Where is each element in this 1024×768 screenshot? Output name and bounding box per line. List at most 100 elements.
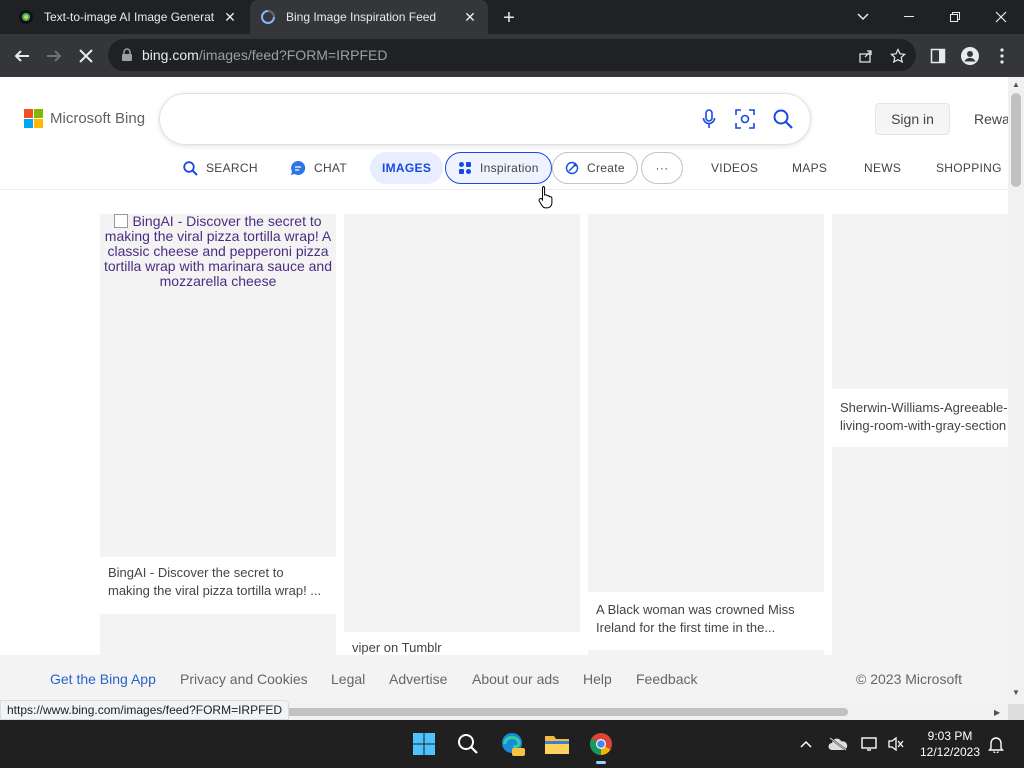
microphone-icon[interactable]: [697, 107, 721, 131]
scroll-down-arrow-icon[interactable]: ▼: [1012, 689, 1020, 697]
back-arrow-icon: [14, 50, 29, 62]
edge-beta-app[interactable]: [497, 728, 529, 760]
scrollbar-corner: [1008, 704, 1024, 720]
feed-card-placeholder[interactable]: [832, 447, 1008, 662]
card-caption[interactable]: A Black woman was crowned Miss Ireland f…: [596, 601, 795, 637]
card-caption-area: Sherwin-Williams-Agreeable- living-room-…: [832, 389, 1008, 447]
back-button[interactable]: [8, 42, 36, 70]
forward-button[interactable]: [40, 42, 68, 70]
card-caption[interactable]: viper on Tumblr: [352, 640, 442, 655]
search-icon[interactable]: [771, 107, 795, 131]
tab-search-chevron-icon[interactable]: [840, 0, 886, 34]
stop-x-icon: [79, 49, 93, 63]
scope-label: CHAT: [314, 161, 347, 175]
forward-arrow-icon: [47, 50, 62, 62]
side-panel-button[interactable]: [924, 42, 952, 70]
onedrive-offline-icon[interactable]: [828, 734, 848, 754]
taskbar-search-button[interactable]: [452, 728, 484, 760]
start-button[interactable]: [408, 728, 440, 760]
card-image-broken[interactable]: BingAI - Discover the secret to making t…: [100, 214, 336, 557]
get-bing-app-link[interactable]: Get the Bing App: [50, 671, 156, 687]
taskbar-clock[interactable]: 9:03 PM 12/12/2023: [914, 728, 986, 760]
bing-logo[interactable]: Microsoft Bing: [24, 109, 145, 128]
broken-image-alt-text: BingAI - Discover the secret to making t…: [100, 214, 336, 289]
tab-image-generator[interactable]: Text-to-image AI Image Generat ✕: [8, 0, 248, 34]
header-divider: [0, 189, 1008, 190]
scope-chat[interactable]: CHAT: [290, 152, 347, 184]
scope-news[interactable]: NEWS: [864, 152, 901, 184]
card-caption[interactable]: BingAI - Discover the secret to making t…: [108, 564, 321, 600]
help-link[interactable]: Help: [583, 671, 612, 687]
scope-label: Create: [587, 161, 625, 175]
search-icon: [183, 160, 198, 176]
tab-title: Text-to-image AI Image Generat: [44, 10, 215, 24]
scroll-up-arrow-icon[interactable]: ▲: [1012, 81, 1020, 89]
scope-maps[interactable]: MAPS: [792, 152, 827, 184]
sign-in-button[interactable]: Sign in: [875, 103, 950, 135]
scope-label: SEARCH: [206, 161, 258, 175]
network-icon[interactable]: [860, 734, 880, 754]
vertical-scrollbar[interactable]: ▲ ▼: [1008, 77, 1024, 704]
scroll-right-arrow-icon[interactable]: ▶: [994, 708, 1000, 717]
kebab-menu-icon: [1000, 48, 1004, 64]
clock-date: 12/12/2023: [919, 745, 981, 759]
close-window-button[interactable]: [978, 0, 1024, 34]
tab-close-icon[interactable]: ✕: [462, 9, 478, 25]
inspiration-icon: [458, 161, 472, 175]
bing-image-creator-favicon-icon: [19, 10, 33, 24]
feedback-link[interactable]: Feedback: [636, 671, 697, 687]
scope-shopping[interactable]: SHOPPING: [936, 152, 1002, 184]
legal-link[interactable]: Legal: [331, 671, 365, 687]
bookmark-button[interactable]: [884, 42, 912, 70]
scope-search[interactable]: SEARCH: [183, 152, 258, 184]
tab-inspiration-feed[interactable]: Bing Image Inspiration Feed ✕: [250, 0, 488, 34]
scope-images[interactable]: IMAGES: [370, 152, 444, 184]
profile-button[interactable]: [956, 42, 984, 70]
share-button[interactable]: [852, 42, 880, 70]
menu-button[interactable]: [988, 42, 1016, 70]
side-panel-icon: [930, 48, 946, 64]
notifications-bell-icon[interactable]: [986, 734, 1006, 754]
feed-card-sherwin-williams[interactable]: [832, 214, 1008, 389]
star-icon: [890, 48, 906, 64]
about-ads-link[interactable]: About our ads: [472, 671, 559, 687]
tab-close-icon[interactable]: ✕: [222, 9, 238, 25]
chrome-app[interactable]: [585, 728, 617, 764]
microsoft-logo-icon: [24, 109, 43, 128]
file-explorer-app[interactable]: [541, 728, 573, 760]
privacy-link[interactable]: Privacy and Cookies: [180, 671, 308, 687]
new-tab-button[interactable]: +: [498, 7, 520, 29]
feed-card-pizza[interactable]: BingAI - Discover the secret to making t…: [100, 214, 336, 600]
volume-muted-icon[interactable]: [886, 734, 906, 754]
show-hidden-icons-chevron-icon[interactable]: [796, 734, 816, 754]
create-icon: [565, 161, 579, 175]
loading-spinner-favicon-icon: [261, 10, 275, 24]
lock-icon: [122, 48, 132, 61]
minimize-button[interactable]: [886, 0, 932, 34]
visual-search-icon[interactable]: [733, 107, 757, 131]
scope-inspiration[interactable]: Inspiration: [445, 152, 552, 184]
search-input[interactable]: [160, 94, 810, 144]
restore-button[interactable]: [932, 0, 978, 34]
url-host: bing.com: [142, 47, 199, 63]
advertise-link[interactable]: Advertise: [389, 671, 447, 687]
card-caption-area: A Black woman was crowned Miss Ireland f…: [588, 592, 824, 652]
scrollbar-thumb[interactable]: [1011, 93, 1021, 187]
windows-taskbar: 9:03 PM 12/12/2023: [0, 720, 1024, 768]
address-bar[interactable]: bing.com/images/feed?FORM=IRPFED: [108, 39, 916, 71]
alt-text-value: BingAI - Discover the secret to making t…: [104, 213, 332, 289]
link-status-bubble: https://www.bing.com/images/feed?FORM=IR…: [0, 700, 290, 720]
feed-card-miss-ireland[interactable]: [588, 214, 824, 592]
scope-create[interactable]: Create: [552, 152, 638, 184]
copyright-text: © 2023 Microsoft: [856, 671, 963, 687]
caption-line: A Black woman was crowned Miss: [596, 602, 795, 617]
feed-card-viper[interactable]: [344, 214, 580, 632]
caption-line: making the viral pizza tortilla wrap! ..…: [108, 583, 322, 598]
scope-videos[interactable]: VIDEOS: [711, 152, 758, 184]
more-scopes-button[interactable]: ···: [641, 152, 683, 184]
stop-loading-button[interactable]: [72, 42, 100, 70]
chrome-icon: [590, 733, 612, 755]
card-caption[interactable]: Sherwin-Williams-Agreeable- living-room-…: [840, 399, 1008, 435]
rewards-link[interactable]: Rewa: [974, 111, 1008, 127]
scope-label: Inspiration: [480, 161, 539, 175]
